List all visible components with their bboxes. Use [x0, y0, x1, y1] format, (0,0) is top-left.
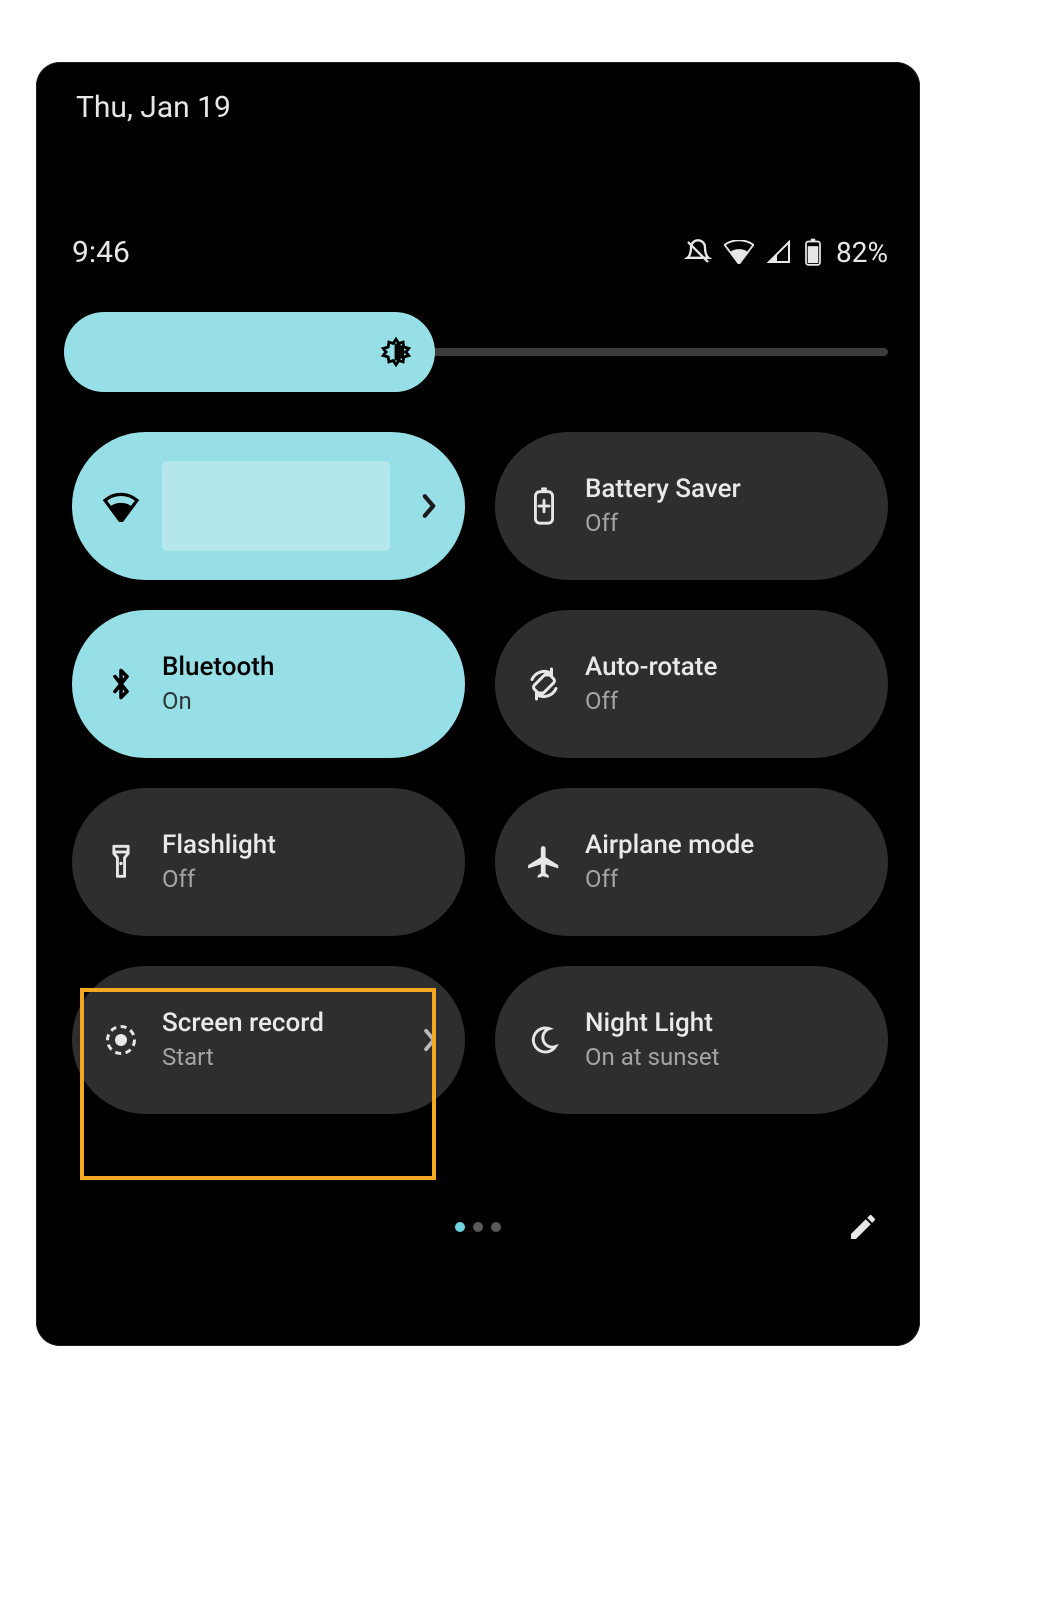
flashlight-icon [98, 842, 144, 882]
status-icons: 82% [684, 236, 888, 269]
tile-title: Screen record [162, 1008, 403, 1039]
tile-bluetooth[interactable]: Bluetooth On [72, 610, 465, 758]
pencil-icon [847, 1211, 879, 1247]
brightness-icon [379, 335, 413, 369]
tile-auto-rotate[interactable]: Auto-rotate Off [495, 610, 888, 758]
page-dot-3[interactable] [491, 1222, 501, 1232]
chevron-right-icon [421, 1027, 439, 1053]
tile-title: Auto-rotate [585, 652, 862, 683]
tile-subtitle: Off [585, 509, 862, 538]
tile-airplane-mode[interactable]: Airplane mode Off [495, 788, 888, 936]
page-dot-2[interactable] [473, 1222, 483, 1232]
tile-night-light[interactable]: Night Light On at sunset [495, 966, 888, 1114]
tile-subtitle: Start [162, 1043, 403, 1072]
tile-screen-record[interactable]: Screen record Start [72, 966, 465, 1114]
tile-title: Bluetooth [162, 652, 439, 683]
edit-tiles-button[interactable] [842, 1208, 884, 1250]
battery-icon [804, 238, 822, 266]
tile-flashlight[interactable]: Flashlight Off [72, 788, 465, 936]
wifi-status-icon [724, 240, 754, 264]
battery-saver-icon [521, 486, 567, 526]
wifi-icon [98, 490, 144, 522]
wifi-ssid-redacted [162, 461, 390, 551]
tile-title: Flashlight [162, 830, 439, 861]
page-dots[interactable] [455, 1222, 501, 1232]
auto-rotate-icon [521, 666, 567, 702]
chevron-right-icon [419, 492, 439, 520]
tile-wifi[interactable] [72, 432, 465, 580]
tile-title: Airplane mode [585, 830, 862, 861]
tile-title: Battery Saver [585, 474, 862, 505]
pagination-footer [36, 1212, 920, 1252]
date-label: Thu, Jan 19 [76, 90, 231, 125]
tiles-grid: Battery Saver Off Bluetooth On [72, 432, 888, 1114]
tile-subtitle: On at sunset [585, 1043, 862, 1072]
night-light-icon [521, 1024, 567, 1056]
brightness-fill [64, 312, 435, 392]
page-dot-1[interactable] [455, 1222, 465, 1232]
tile-subtitle: Off [585, 687, 862, 716]
dnd-icon [684, 238, 712, 266]
brightness-track [64, 348, 888, 356]
screen-record-icon [98, 1022, 144, 1058]
quick-settings-panel: Thu, Jan 19 9:46 [36, 62, 920, 1346]
battery-percentage: 82% [836, 236, 888, 269]
bluetooth-icon [98, 666, 144, 702]
clock-label: 9:46 [72, 235, 130, 270]
airplane-icon [521, 843, 567, 881]
brightness-slider[interactable] [64, 312, 888, 392]
tile-subtitle: On [162, 687, 439, 716]
cell-signal-icon [766, 240, 792, 264]
tile-subtitle: Off [162, 865, 439, 894]
tile-title: Night Light [585, 1008, 862, 1039]
tile-subtitle: Off [585, 865, 862, 894]
status-bar: 9:46 [72, 230, 888, 274]
tile-battery-saver[interactable]: Battery Saver Off [495, 432, 888, 580]
